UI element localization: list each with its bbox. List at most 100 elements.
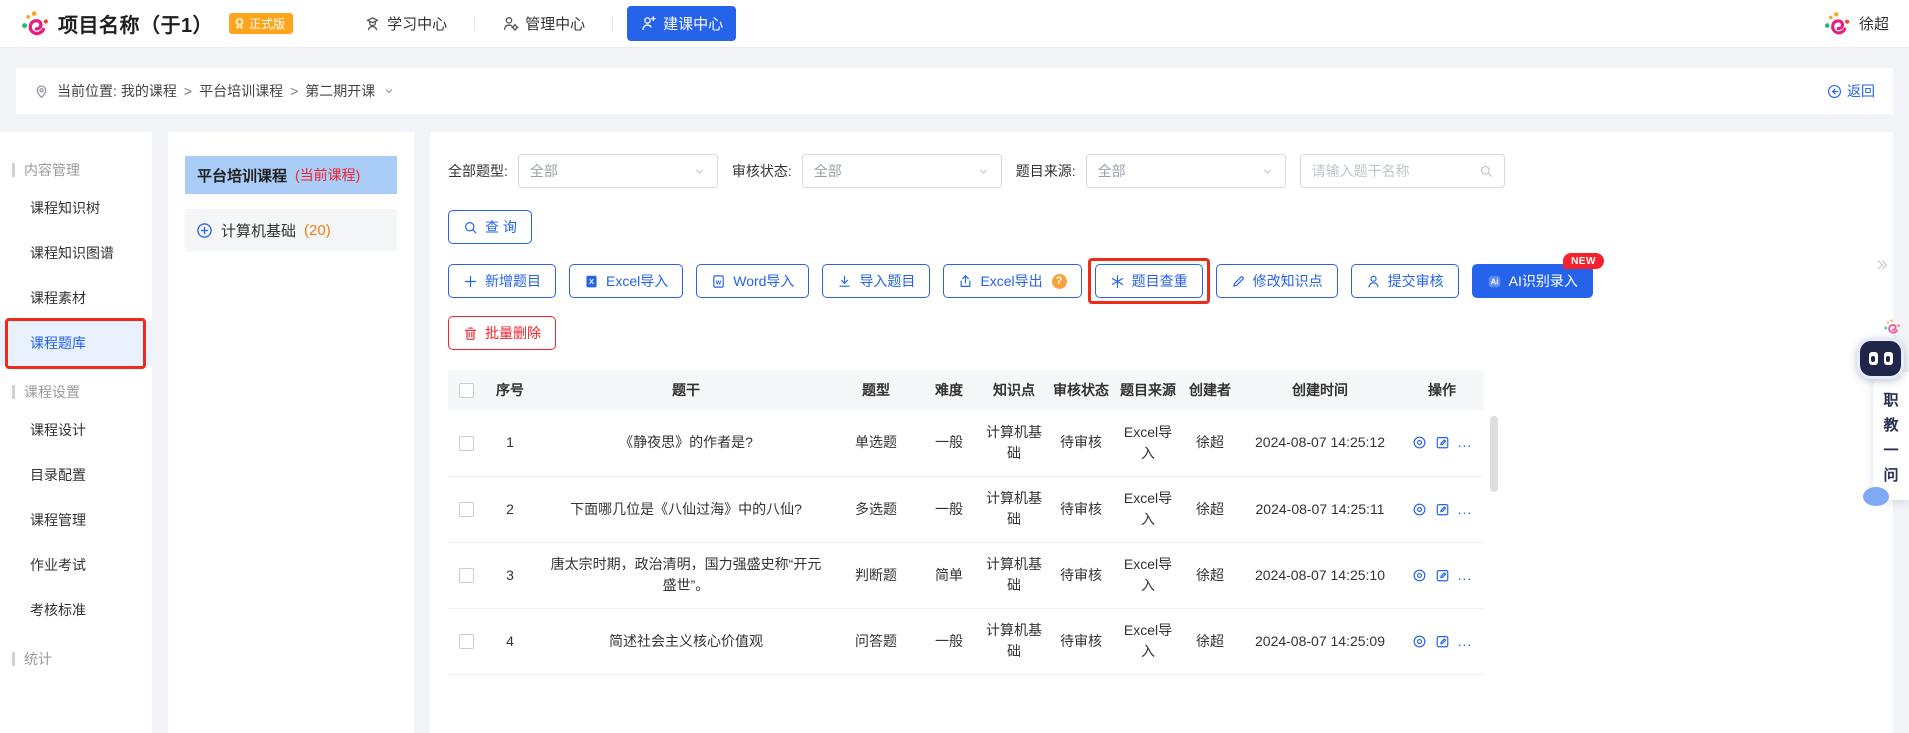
search-icon [463,220,478,235]
main-nav: 学习中心 管理中心 建课中心 [351,6,737,41]
nav-item-2[interactable]: 建课中心 [627,6,737,41]
toolbar: 新增题目 X Excel导入 w Word导入 导入题目 Excel导出? 题目查重 修改知识点… [448,253,1873,304]
toolbar-button-8[interactable]: Ai AI识别录入 NEW [1471,253,1604,298]
toolbar-button-2[interactable]: w Word导入 [696,264,810,298]
sidebar-section-title-0: 内容管理 [0,160,152,180]
brand-logo-icon [20,9,50,39]
search-input[interactable] [1311,163,1479,179]
plus-icon [463,274,478,289]
edit-icon[interactable] [1435,435,1450,450]
toolbar-button-6[interactable]: 修改知识点 [1215,264,1338,298]
help-badge[interactable]: ? [1051,273,1067,289]
question-stem: 唐太宗时期，政治清明，国力强盛史称“开元盛世”。 [536,542,836,609]
query-button[interactable]: 查 询 [448,210,532,244]
back-button[interactable]: 返回 [1827,81,1875,101]
row-checkbox[interactable] [458,568,474,584]
view-icon[interactable] [1412,568,1427,583]
review-status: 待审核 [1046,608,1116,675]
breadcrumb-bar: 当前位置: 我的课程 > 平台培训课程 > 第二期开课 返回 [16,68,1893,114]
toolbar-button-3[interactable]: 导入题目 [822,264,931,298]
top-header: 项目名称（于1） 正式版 学习中心 管理中心 建课中心 徐超 [0,0,1909,48]
question-source: Excel导入 [1116,542,1180,609]
filter-select-2[interactable]: 全部 [1085,154,1286,188]
toolbar-button-4[interactable]: Excel导出? [943,264,1082,298]
user-box[interactable]: 徐超 [1823,10,1889,38]
breadcrumb-separator: > [290,83,299,99]
difficulty: 一般 [916,476,982,543]
ops-cell: ... [1400,410,1484,477]
edit-icon[interactable] [1435,634,1450,649]
filter-select-value: 全部 [813,163,842,179]
table-body: 1 《静夜思》的作者是? 单选题 一般 计算机基础 待审核 Excel导入 徐超 2024-08… [448,410,1484,675]
sidebar-item-1-3[interactable]: 作业考试 [0,543,152,588]
assistant-widget[interactable]: 职教一问 [1849,319,1909,506]
table-scrollbar[interactable] [1490,416,1498,492]
batch-delete-label: 批量删除 [485,325,541,341]
project-title: 项目名称（于1） [58,15,214,37]
more-actions[interactable]: ... [1458,432,1473,453]
batch-delete-button[interactable]: 批量删除 [448,316,556,350]
edit-icon[interactable] [1435,568,1450,583]
tree-node-count: (20) [304,221,331,239]
breadcrumb-item-2[interactable]: 第二期开课 [305,83,375,99]
row-checkbox[interactable] [458,436,474,452]
collapse-chevrons-icon[interactable] [1875,258,1889,272]
chevron-down-icon[interactable] [383,85,395,97]
filter-select-1[interactable]: 全部 [801,154,1002,188]
sidebar-item-1-4[interactable]: 考核标准 [0,588,152,633]
more-actions[interactable]: ... [1458,565,1473,586]
toolbar-button-7[interactable]: 提交审核 [1350,264,1459,298]
sidebar-item-1-0[interactable]: 课程设计 [0,408,152,453]
review-status: 待审核 [1046,410,1116,477]
breadcrumb: 我的课程 > 平台培训课程 > 第二期开课 [121,81,375,101]
created-time: 2024-08-07 14:25:11 [1240,476,1400,543]
knowledge-point: 计算机基础 [982,608,1046,675]
assistant-label-panel[interactable]: 职教一问 [1863,372,1909,506]
filter-select-0[interactable]: 全部 [517,154,718,188]
svg-text:w: w [715,279,722,286]
sidebar-item-1-2[interactable]: 课程管理 [0,498,152,543]
knowledge-point: 计算机基础 [982,542,1046,609]
view-icon[interactable] [1412,435,1427,450]
sidebar-item-0-1[interactable]: 课程知识图谱 [0,231,152,276]
row-actions: ... [1404,499,1480,520]
row-checkbox[interactable] [458,634,474,650]
location-pin-icon [34,84,49,99]
toolbar-button-5[interactable]: 题目查重 [1094,264,1203,298]
breadcrumb-item-1[interactable]: 平台培训课程 [199,83,283,99]
sidebar-item-0-3[interactable]: 课程题库 [0,318,152,369]
pencil-icon [1231,274,1246,289]
toolbar-button-0[interactable]: 新增题目 [448,264,556,298]
tree-node-item[interactable]: 计算机基础 (20) [185,209,397,251]
search-icon[interactable] [1479,164,1493,178]
chevron-down-icon [1261,165,1274,178]
current-course-tag: (当前课程) [295,167,361,183]
toolbar-button-1[interactable]: X Excel导入 [569,264,684,298]
sidebar-section-title-1: 课程设置 [0,382,152,402]
sidebar-item-0-0[interactable]: 课程知识树 [0,186,152,231]
filter-label: 题目来源: [1015,163,1076,179]
edit-icon[interactable] [1435,502,1450,517]
more-actions[interactable]: ... [1458,631,1473,652]
current-course-item[interactable]: 平台培训课程 (当前课程) [185,156,397,194]
filter-groups: 全部题型: 全部 审核状态: 全部 题目来源: 全部 [448,154,1286,188]
nav-item-1[interactable]: 管理中心 [489,6,598,41]
filter-group-0: 全部题型: 全部 [448,154,718,188]
nav-item-0[interactable]: 学习中心 [351,6,460,41]
difficulty: 一般 [916,608,982,675]
sidebar-item-1-1[interactable]: 目录配置 [0,453,152,498]
more-actions[interactable]: ... [1458,499,1473,520]
sidebar-item-0-2[interactable]: 课程素材 [0,276,152,321]
view-icon[interactable] [1412,634,1427,649]
view-icon[interactable] [1412,502,1427,517]
sidebar: 内容管理课程知识树 课程知识图谱 课程素材 课程题库课程设置课程设计 目录配置 课程管理作… [0,132,152,733]
ops-cell: ... [1400,476,1484,543]
robot-icon[interactable] [1857,338,1904,379]
question-table-wrap: 序号 题干 题型 难度 知识点 审核状态 题目来源 创建者 创建时间 操作 1 《静夜思》的作者是?… [448,370,1498,675]
user-avatar [1823,10,1851,38]
row-checkbox[interactable] [458,502,474,518]
chevron-down-icon [693,165,706,178]
select-all-checkbox[interactable] [458,383,474,399]
new-badge: NEW [1563,253,1604,269]
breadcrumb-item-0[interactable]: 我的课程 [121,83,177,99]
